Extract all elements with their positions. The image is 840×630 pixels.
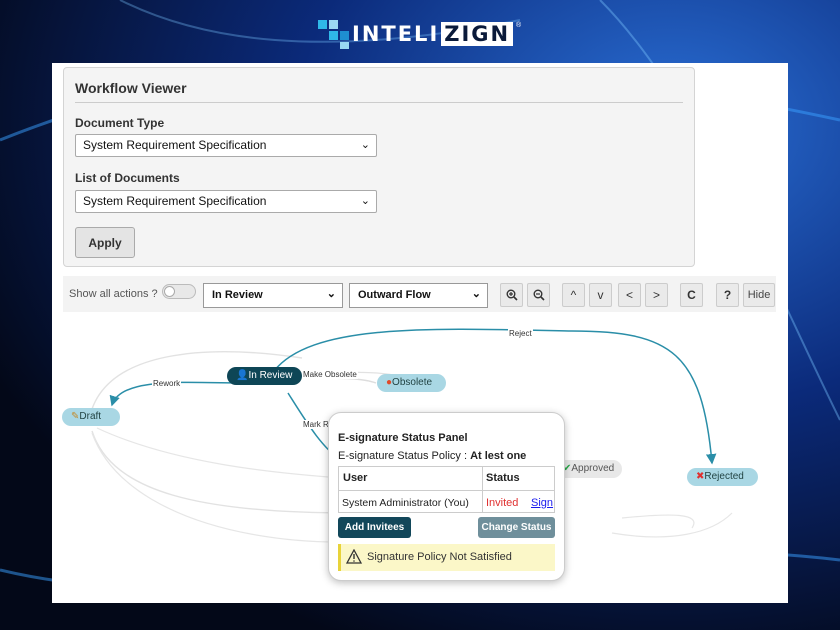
list-of-documents-select[interactable]: System Requirement Specification ⌄	[75, 190, 377, 213]
hide-button[interactable]: Hide	[743, 283, 775, 307]
chevron-down-icon: ⌄	[471, 288, 481, 300]
change-status-button[interactable]: Change Status	[478, 517, 555, 538]
chevron-down-icon: ⌄	[326, 288, 336, 300]
node-rejected[interactable]: ✖Rejected	[687, 468, 758, 486]
list-of-documents-label: List of Documents	[75, 171, 180, 185]
zoom-in-icon	[506, 289, 518, 301]
help-icon: ?	[723, 288, 732, 302]
page-title: Workflow Viewer	[75, 80, 187, 96]
brand-logo-text: INTELI ZIGN	[352, 22, 514, 46]
col-header-status: Status	[486, 472, 520, 484]
zoom-in-button[interactable]	[500, 283, 523, 307]
node-approved-label: Approved	[571, 463, 615, 474]
state-select[interactable]: In Review ⌄	[203, 283, 343, 308]
table-divider	[339, 490, 554, 491]
policy-warning-text: Signature Policy Not Satisfied	[367, 551, 512, 563]
chevron-down-icon: v	[597, 288, 604, 302]
flow-select[interactable]: Outward Flow ⌄	[349, 283, 488, 308]
chevron-down-icon: ⌄	[360, 195, 370, 207]
pan-right-button[interactable]: >	[645, 283, 668, 307]
edge-label-reject: Reject	[508, 329, 533, 338]
node-rejected-label: Rejected	[704, 471, 744, 482]
sign-link[interactable]: Sign	[531, 497, 553, 509]
show-all-actions-label: Show all actions ?	[69, 288, 158, 300]
col-header-user: User	[343, 472, 368, 484]
help-button[interactable]: ?	[716, 283, 739, 307]
document-type-select[interactable]: System Requirement Specification ⌄	[75, 134, 377, 157]
flow-select-value: Outward Flow	[358, 289, 431, 301]
esig-policy-value: At lest one	[470, 450, 527, 462]
pan-left-button[interactable]: <	[618, 283, 641, 307]
graph-toolbar: Show all actions ? In Review ⌄ Outward F…	[63, 276, 776, 312]
node-in-review-label: In Review	[248, 370, 293, 381]
node-in-review[interactable]: 👤In Review	[227, 367, 302, 385]
show-all-actions-toggle[interactable]	[162, 284, 196, 299]
table-column-divider	[482, 467, 483, 512]
chevron-right-icon: >	[652, 288, 660, 302]
user-icon: 👤	[236, 370, 249, 381]
esig-panel-title: E-signature Status Panel	[338, 432, 468, 444]
node-draft[interactable]: ✎Draft	[62, 408, 120, 426]
document-type-value: System Requirement Specification	[83, 138, 267, 152]
zoom-out-icon	[533, 289, 545, 301]
state-select-value: In Review	[212, 289, 263, 301]
row-user: System Administrator (You)	[342, 497, 469, 509]
chevron-down-icon: ⌄	[360, 139, 370, 151]
node-draft-label: Draft	[79, 411, 102, 422]
policy-warning: Signature Policy Not Satisfied	[338, 544, 555, 571]
edge-label-rework: Rework	[152, 379, 182, 388]
edge-label-make-obsolete: Make Obsolete	[302, 370, 358, 379]
refresh-button[interactable]: C	[680, 283, 703, 307]
list-of-documents-value: System Requirement Specification	[83, 194, 267, 208]
pan-up-button[interactable]: ^	[562, 283, 585, 307]
zoom-out-button[interactable]	[527, 283, 550, 307]
row-status: Invited	[486, 497, 519, 509]
add-invitees-button[interactable]: Add Invitees	[338, 517, 411, 538]
esig-policy-label: E-signature Status Policy :	[338, 450, 471, 462]
esig-policy: E-signature Status Policy : At lest one	[338, 450, 526, 462]
chevron-left-icon: <	[625, 288, 633, 302]
esignature-status-panel: E-signature Status Panel E-signature Sta…	[328, 412, 565, 581]
refresh-icon: C	[687, 288, 696, 302]
brand-registered-mark: ®	[516, 22, 522, 29]
node-obsolete[interactable]: ●Obsolete	[377, 374, 446, 392]
document-type-label: Document Type	[75, 116, 165, 130]
chevron-up-icon: ^	[570, 288, 577, 302]
pan-down-button[interactable]: v	[589, 283, 612, 307]
warning-icon	[346, 549, 362, 564]
esig-table: User Status System Administrator (You) I…	[338, 466, 555, 513]
main-panel: Workflow Viewer Document Type System Req…	[52, 63, 788, 603]
workflow-viewer-form: Workflow Viewer Document Type System Req…	[63, 67, 695, 267]
apply-button[interactable]: Apply	[75, 227, 135, 258]
toggle-knob	[164, 286, 175, 297]
title-divider	[75, 102, 683, 103]
node-obsolete-label: Obsolete	[392, 377, 433, 388]
